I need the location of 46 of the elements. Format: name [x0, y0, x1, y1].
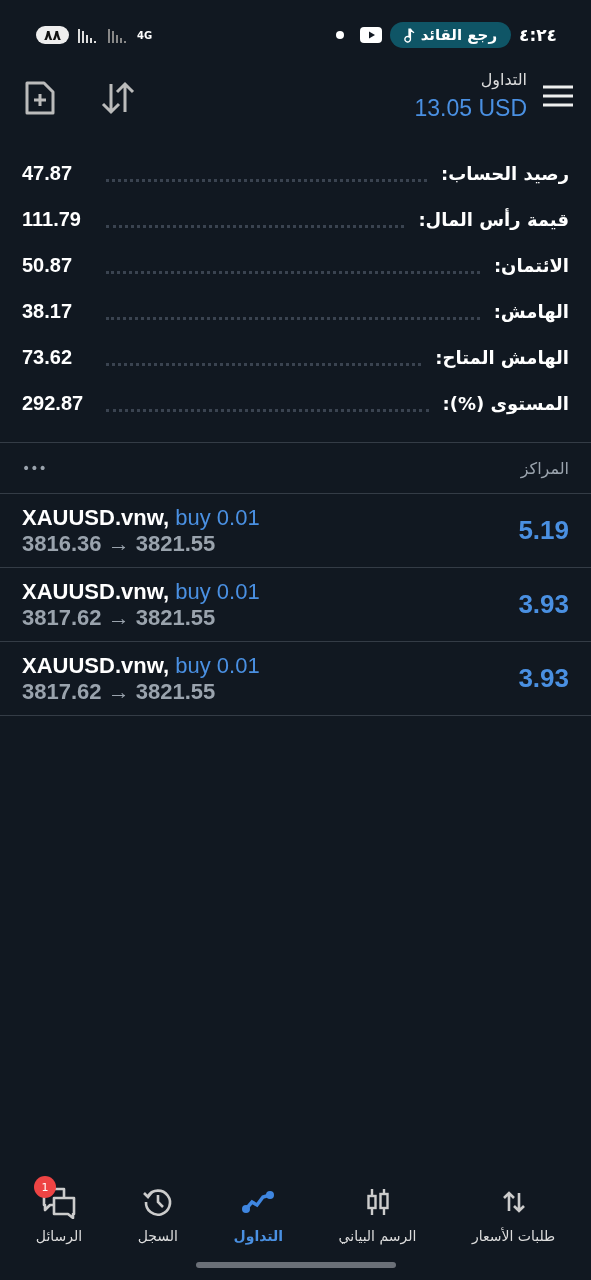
position-profit: 5.19: [518, 515, 569, 546]
video-play-icon: [359, 27, 382, 43]
position-row[interactable]: XAUUSD.vnw, buy 0.01 3816.36 → 3821.55 5.19: [0, 494, 591, 568]
summary-label: رصيد الحساب:: [440, 162, 569, 184]
position-profit: 3.93: [518, 663, 569, 694]
more-options[interactable]: •••: [22, 460, 47, 476]
history-icon: [141, 1186, 174, 1218]
menu-icon[interactable]: [543, 85, 573, 107]
summary-label: الهامش:: [493, 300, 569, 322]
position-prices: 3817.62 → 3821.55: [22, 678, 217, 705]
nav-tab[interactable]: السجل: [133, 1180, 182, 1248]
position-prices: 3816.36 → 3821.55: [22, 530, 217, 557]
position-title: XAUUSD.vnw, buy 0.01: [22, 504, 260, 531]
unread-badge: 1: [34, 1176, 56, 1198]
sort-arrows-icon[interactable]: [100, 81, 136, 115]
clock: ٤:٢٤: [519, 25, 557, 45]
summary-value: 111.79: [22, 207, 82, 231]
summary-value: 73.62: [22, 345, 74, 369]
notification-dot-icon: [335, 31, 344, 39]
add-document-icon[interactable]: [24, 80, 56, 116]
nav-tab[interactable]: الرسم البياني: [334, 1180, 421, 1248]
summary-label: قيمة رأس المال:: [418, 208, 569, 230]
summary-label: المستوى (%):: [442, 392, 569, 414]
nav-tab[interactable]: التداول: [229, 1180, 288, 1248]
position-row[interactable]: XAUUSD.vnw, buy 0.01 3817.62 → 3821.55 3.93: [0, 642, 591, 716]
nav-tab[interactable]: طلبات الأسعار: [467, 1180, 560, 1248]
trend-line-icon: [241, 1189, 276, 1215]
position-row[interactable]: XAUUSD.vnw, buy 0.01 3817.62 → 3821.55 3.93: [0, 568, 591, 642]
summary-value: 47.87: [22, 161, 74, 185]
position-title: XAUUSD.vnw, buy 0.01: [22, 578, 260, 605]
position-title: XAUUSD.vnw, buy 0.01: [22, 652, 260, 679]
screen-title: التداول: [480, 70, 527, 89]
music-note-icon: [403, 27, 415, 43]
network-type: 4G: [137, 29, 153, 41]
summary-value: 292.87: [22, 391, 85, 415]
battery-indicator: ٨٨: [36, 26, 70, 44]
summary-value: 38.17: [22, 299, 74, 323]
chat-bubbles-icon: [40, 1185, 78, 1219]
now-playing-chip[interactable]: رجع القائد: [389, 22, 512, 48]
section-title: المراكز: [520, 458, 569, 478]
position-profit: 3.93: [518, 589, 569, 620]
summary-label: الهامش المتاح:: [435, 346, 569, 368]
account-balance: 13.05 USD: [414, 95, 527, 122]
summary-label: الائتمان:: [493, 254, 569, 276]
position-prices: 3817.62 → 3821.55: [22, 604, 217, 631]
summary-value: 50.87: [22, 253, 74, 277]
